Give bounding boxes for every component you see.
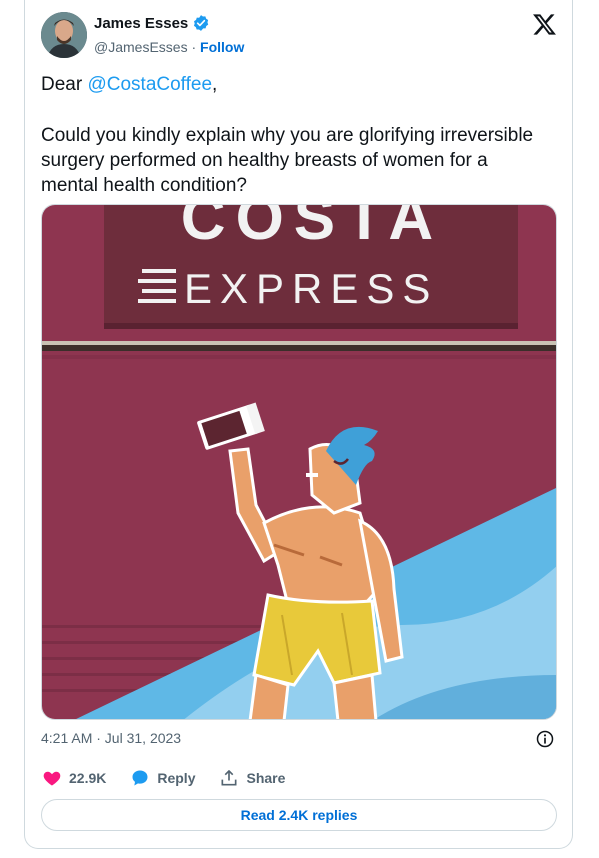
author-name[interactable]: James Esses [94, 15, 188, 32]
handle-separator: · [187, 39, 201, 55]
sign-top-text: COSTA [181, 205, 443, 253]
tweet-body: Could you kindly explain why you are glo… [41, 125, 534, 196]
mention-link[interactable]: @CostaCoffee [87, 74, 212, 95]
heart-icon [43, 771, 61, 786]
author-handle-row: @JamesEsses · Follow [94, 39, 244, 55]
costa-express-sign: COSTA EXPRESS [104, 205, 518, 329]
reply-button[interactable]: Reply [130, 768, 195, 788]
author-name-row[interactable]: James Esses [94, 14, 210, 32]
info-icon[interactable] [535, 729, 555, 749]
like-button[interactable]: 22.9K [42, 768, 106, 788]
tweet-greeting: Dear @CostaCoffee, [41, 72, 541, 97]
tweet-media-image[interactable]: COSTA EXPRESS [41, 204, 557, 720]
share-label: Share [246, 770, 286, 786]
greeting-suffix: , [212, 74, 218, 95]
read-replies-button[interactable]: Read 2.4K replies [41, 799, 557, 831]
verified-badge-icon [194, 15, 209, 31]
share-button[interactable]: Share [219, 768, 285, 788]
share-icon [221, 770, 237, 786]
reply-bubble-icon [132, 770, 148, 786]
author-handle[interactable]: @JamesEsses [94, 39, 188, 55]
like-count: 22.9K [69, 770, 107, 786]
sign-text: EXPRESS [184, 265, 438, 312]
reply-label: Reply [157, 770, 196, 786]
x-logo-icon[interactable] [532, 12, 557, 37]
greeting-prefix: Dear [41, 74, 88, 95]
tweet-timestamp[interactable]: 4:21 AM · Jul 31, 2023 [41, 730, 181, 746]
author-avatar[interactable] [41, 12, 87, 58]
follow-button[interactable]: Follow [200, 39, 244, 55]
tweet-text: Dear @CostaCoffee, Could you kindly expl… [41, 72, 541, 198]
tweet-actions: 22.9K Reply Share [42, 768, 309, 788]
